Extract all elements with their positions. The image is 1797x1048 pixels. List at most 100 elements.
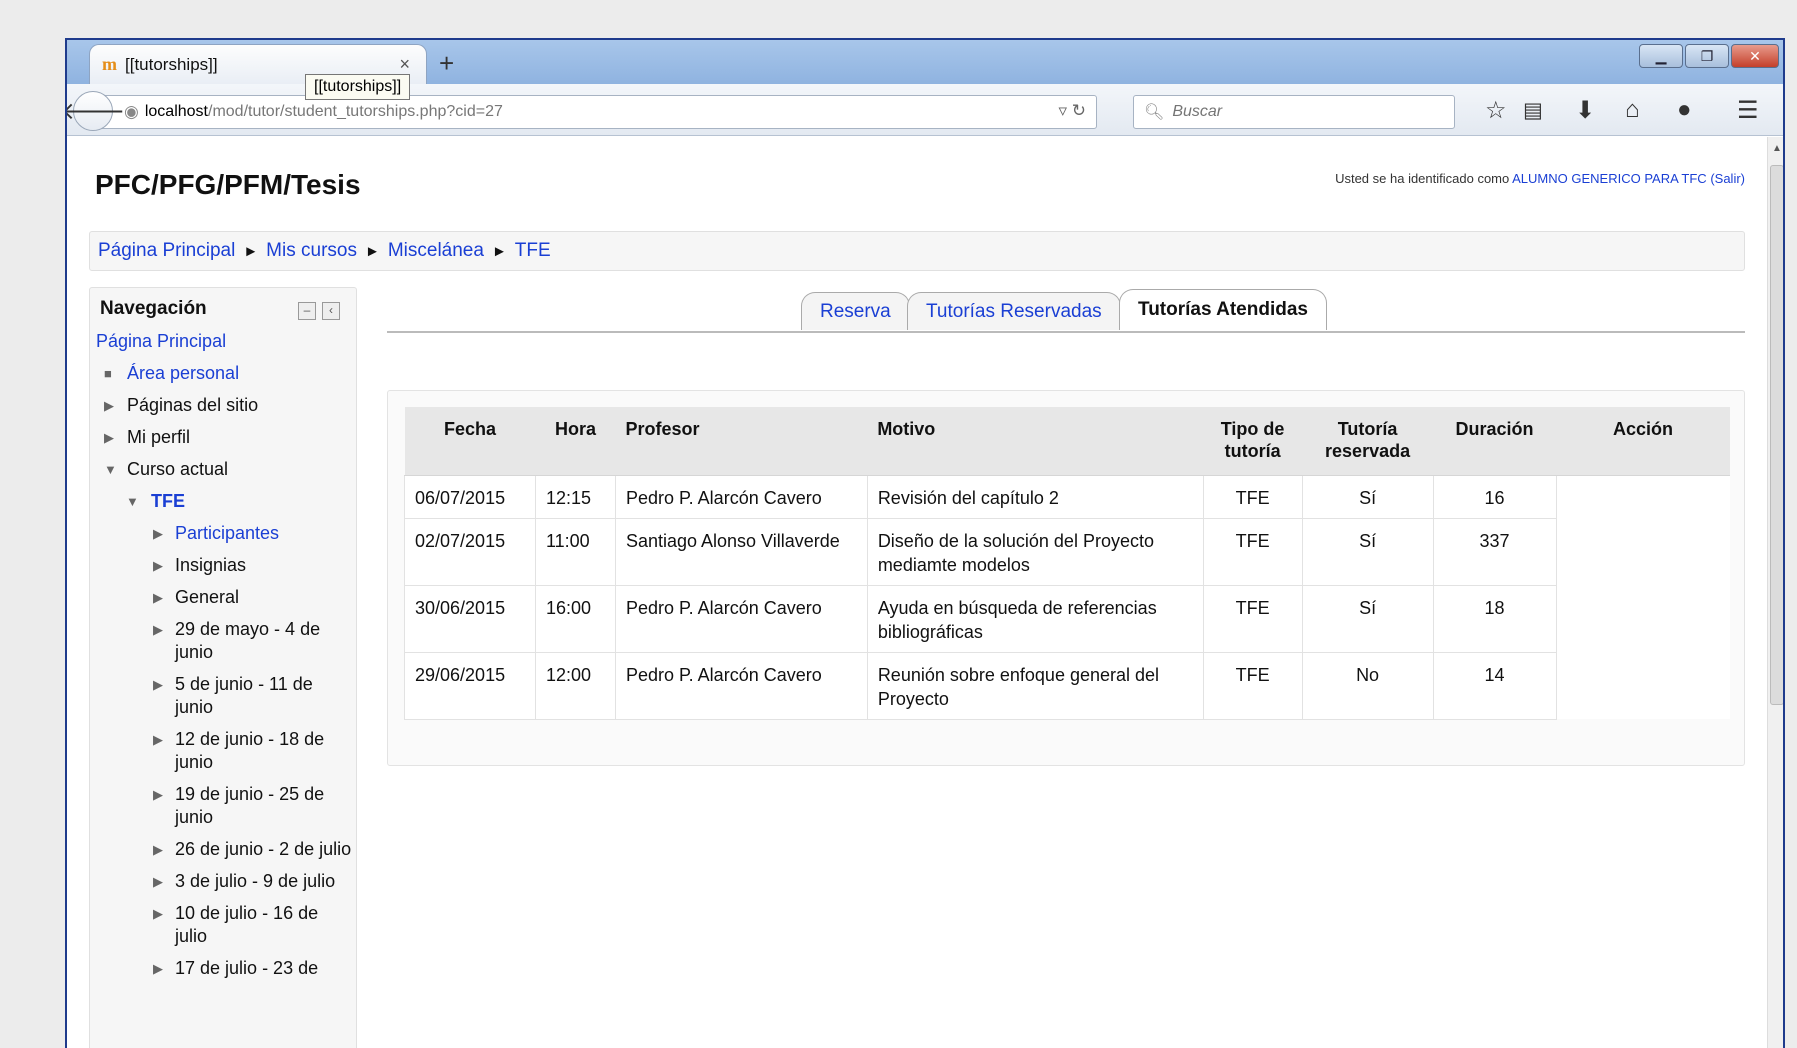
cell-reason: Ayuda en búsqueda de referencias bibliog… bbox=[866, 584, 1204, 653]
table-row: 06/07/2015 12:15 Pedro P. Alarcón Cavero… bbox=[404, 474, 1730, 519]
reload-icon[interactable]: ↻ bbox=[1072, 101, 1086, 120]
cell-duration: 14 bbox=[1432, 651, 1557, 720]
cell-reserved: Sí bbox=[1301, 517, 1434, 586]
moodle-favicon-icon: m bbox=[102, 54, 117, 74]
address-bar[interactable]: ◉ localhost/mod/tutor/student_tutorships… bbox=[97, 95, 1097, 129]
star-icon[interactable]: ☆ bbox=[1485, 96, 1507, 125]
expand-arrow-icon: ▶ bbox=[104, 430, 114, 445]
nav-item-week[interactable]: ▶ 17 de julio - 23 de bbox=[96, 957, 354, 980]
minimize-button[interactable]: ▁ bbox=[1639, 44, 1683, 68]
breadcrumb-separator: ► bbox=[243, 242, 259, 260]
search-bar[interactable]: 🔍︎ bbox=[1133, 95, 1455, 129]
cell-type: TFE bbox=[1202, 584, 1303, 653]
nav-item-current-course[interactable]: ▼ Curso actual bbox=[96, 458, 354, 481]
cell-teacher: Santiago Alonso Villaverde bbox=[614, 517, 868, 586]
restore-button[interactable]: ❐ bbox=[1685, 44, 1729, 68]
breadcrumb: Página Principal ► Mis cursos ► Miscelán… bbox=[89, 231, 1745, 271]
cell-time: 11:00 bbox=[534, 517, 616, 586]
column-header: Motivo bbox=[867, 407, 1204, 476]
nav-item-site-pages[interactable]: ▶ Páginas del sitio bbox=[96, 394, 354, 417]
close-window-button[interactable]: ✕ bbox=[1731, 44, 1779, 68]
reading-list-icon[interactable]: ▤ bbox=[1523, 98, 1543, 123]
cell-reason: Revisión del capítulo 2 bbox=[866, 474, 1204, 519]
nav-item-week[interactable]: ▶ 26 de junio - 2 de julio bbox=[96, 838, 354, 861]
column-header: Acción bbox=[1556, 407, 1730, 476]
table-row: 02/07/2015 11:00 Santiago Alonso Villave… bbox=[404, 517, 1730, 586]
tab-close-icon[interactable]: × bbox=[399, 54, 410, 75]
cell-date: 30/06/2015 bbox=[404, 584, 536, 653]
expand-arrow-icon: ▶ bbox=[153, 677, 163, 692]
column-header: Hora bbox=[535, 407, 616, 476]
navigation-tree: Página Principal ■ Área personal ▶ Páginas… bbox=[96, 330, 354, 989]
nav-item-dashboard[interactable]: ■ Área personal bbox=[96, 362, 354, 385]
site-identity-icon[interactable]: ◉ bbox=[124, 102, 139, 122]
expand-arrow-icon: ▶ bbox=[153, 732, 163, 747]
search-icon: 🔍︎ bbox=[1144, 104, 1165, 121]
tutorships-table-container: Fecha Hora Profesor Motivo Tipo de tutor… bbox=[387, 390, 1745, 766]
site-title: PFC/PFG/PFM/Tesis bbox=[95, 169, 361, 200]
vertical-scrollbar[interactable]: ▲ bbox=[1767, 137, 1783, 1048]
minimize-icon: ▁ bbox=[1655, 47, 1667, 64]
tab-tutorias-atendidas[interactable]: Tutorías Atendidas bbox=[1119, 289, 1327, 330]
title-bar: m [[tutorships]] × + [[tutorships]] ▁ ❐ … bbox=[67, 40, 1783, 100]
cell-date: 02/07/2015 bbox=[404, 517, 536, 586]
url-dropdown-icon[interactable]: ▿ bbox=[1058, 101, 1067, 120]
column-header: Profesor bbox=[615, 407, 868, 476]
column-header: Tipo de tutoría bbox=[1203, 407, 1303, 476]
expand-arrow-icon: ▶ bbox=[153, 622, 163, 637]
cell-teacher: Pedro P. Alarcón Cavero bbox=[614, 474, 868, 519]
nav-item-general[interactable]: ▶ General bbox=[96, 586, 354, 609]
nav-item-week[interactable]: ▶ 19 de junio - 25 de junio bbox=[96, 783, 354, 829]
back-arrow-icon: 🡐 bbox=[65, 98, 126, 125]
collapse-block-icon[interactable]: – bbox=[298, 302, 316, 320]
collapse-arrow-icon: ▼ bbox=[126, 494, 139, 509]
breadcrumb-miscellaneous[interactable]: Miscelánea bbox=[388, 240, 484, 262]
close-icon: ✕ bbox=[1749, 47, 1761, 64]
back-button[interactable]: 🡐 bbox=[67, 91, 125, 131]
bullet-icon: ■ bbox=[104, 366, 112, 381]
cell-type: TFE bbox=[1202, 651, 1303, 720]
navigation-title: Navegación bbox=[100, 298, 207, 319]
dock-block-icon[interactable]: ‹ bbox=[322, 302, 340, 320]
tab-tutorias-reservadas[interactable]: Tutorías Reservadas bbox=[907, 292, 1121, 330]
breadcrumb-home[interactable]: Página Principal bbox=[98, 240, 235, 262]
scroll-up-icon[interactable]: ▲ bbox=[1772, 143, 1782, 154]
nav-item-week[interactable]: ▶ 10 de julio - 16 de julio bbox=[96, 902, 354, 948]
nav-item-week[interactable]: ▶ 5 de junio - 11 de junio bbox=[96, 673, 354, 719]
column-header: Fecha bbox=[404, 407, 536, 476]
download-icon[interactable]: ⬇ bbox=[1575, 96, 1595, 125]
nav-item-my-profile[interactable]: ▶ Mi perfil bbox=[96, 426, 354, 449]
attended-tutorships-table: Fecha Hora Profesor Motivo Tipo de tutor… bbox=[404, 407, 1730, 720]
expand-arrow-icon: ▶ bbox=[153, 842, 163, 857]
tab-tooltip: [[tutorships]] bbox=[305, 74, 411, 100]
table-row: 29/06/2015 12:00 Pedro P. Alarcón Cavero… bbox=[404, 651, 1730, 720]
breadcrumb-my-courses[interactable]: Mis cursos bbox=[266, 240, 357, 262]
nav-item-home[interactable]: Página Principal bbox=[96, 330, 354, 353]
tab-reserva[interactable]: Reserva bbox=[801, 292, 910, 330]
menu-icon[interactable]: ☰ bbox=[1737, 96, 1759, 125]
cell-reserved: Sí bbox=[1301, 474, 1434, 519]
home-icon[interactable]: ⌂ bbox=[1625, 96, 1640, 124]
nav-item-tfe[interactable]: ▼ TFE bbox=[96, 490, 354, 513]
cell-duration: 18 bbox=[1432, 584, 1557, 653]
login-prefix: Usted se ha identificado como bbox=[1335, 171, 1513, 186]
expand-arrow-icon: ▶ bbox=[104, 398, 114, 413]
logout-link[interactable]: (Salir) bbox=[1710, 171, 1745, 186]
nav-item-participants[interactable]: ▶ Participantes bbox=[96, 522, 354, 545]
user-profile-link[interactable]: ALUMNO GENERICO PARA TFC bbox=[1512, 171, 1707, 186]
cell-duration: 337 bbox=[1432, 517, 1557, 586]
nav-item-badges[interactable]: ▶ Insignias bbox=[96, 554, 354, 577]
cell-action bbox=[1555, 585, 1730, 652]
breadcrumb-tfe[interactable]: TFE bbox=[515, 240, 551, 262]
browser-window: m [[tutorships]] × + [[tutorships]] ▁ ❐ … bbox=[65, 38, 1785, 1048]
nav-item-week[interactable]: ▶ 12 de junio - 18 de junio bbox=[96, 728, 354, 774]
search-input[interactable] bbox=[1170, 102, 1431, 122]
new-tab-button[interactable]: + bbox=[439, 48, 454, 78]
chat-icon[interactable]: ● bbox=[1677, 96, 1692, 124]
cell-type: TFE bbox=[1202, 517, 1303, 586]
scroll-thumb[interactable] bbox=[1770, 165, 1783, 705]
nav-item-week[interactable]: ▶ 29 de mayo - 4 de junio bbox=[96, 618, 354, 664]
nav-item-week[interactable]: ▶ 3 de julio - 9 de julio bbox=[96, 870, 354, 893]
tab-title: [[tutorships]] bbox=[125, 54, 218, 74]
expand-arrow-icon: ▶ bbox=[153, 961, 163, 976]
